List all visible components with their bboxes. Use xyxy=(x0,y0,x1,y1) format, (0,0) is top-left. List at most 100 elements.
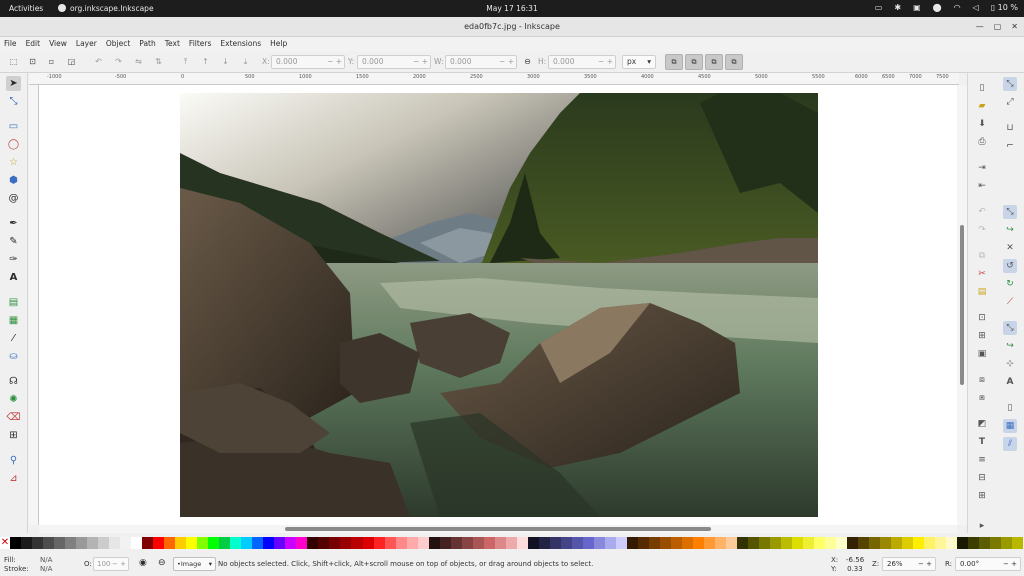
opacity-stepper-icon[interactable]: − + xyxy=(112,558,126,570)
text-tool-icon[interactable]: A xyxy=(6,270,21,285)
y-field[interactable]: 0.000 − + xyxy=(357,55,431,69)
eraser-tool-icon[interactable]: ⌫ xyxy=(6,410,21,425)
zoom-page-icon[interactable]: ▣ xyxy=(975,347,989,361)
palette-swatch[interactable] xyxy=(880,537,892,549)
palette-swatch[interactable] xyxy=(538,537,550,549)
palette-swatch[interactable] xyxy=(219,537,231,549)
zoom-field[interactable]: 26% − + xyxy=(882,557,936,571)
palette-swatch[interactable] xyxy=(362,537,374,549)
palette-swatch[interactable] xyxy=(340,537,352,549)
rotation-stepper-icon[interactable]: − + xyxy=(1003,558,1017,570)
lower-to-bottom-icon[interactable]: ⤓ xyxy=(240,56,251,67)
palette-swatch[interactable] xyxy=(472,537,484,549)
star-tool-icon[interactable]: ☆ xyxy=(6,155,21,170)
palette-swatch[interactable] xyxy=(913,537,925,549)
connector-tool-icon[interactable]: ⊞ xyxy=(6,428,21,443)
export-icon[interactable]: ⇤ xyxy=(975,179,989,193)
palette-swatch[interactable] xyxy=(252,537,264,549)
zoom-drawing-icon[interactable]: ⊞ xyxy=(975,329,989,343)
palette-swatch[interactable] xyxy=(494,537,506,549)
palette-swatch[interactable] xyxy=(285,537,297,549)
zoom-tool-icon[interactable]: ⚲ xyxy=(6,453,21,468)
selector-tool-icon[interactable]: ➤ xyxy=(6,76,21,91)
save-icon[interactable]: ⬇ xyxy=(975,117,989,131)
palette-swatch[interactable] xyxy=(109,537,121,549)
palette-swatch[interactable] xyxy=(759,537,771,549)
palette-swatch[interactable] xyxy=(803,537,815,549)
palette-swatch[interactable] xyxy=(76,537,88,549)
palette-swatch[interactable] xyxy=(417,537,429,549)
flip-horizontal-icon[interactable]: ⇋ xyxy=(133,56,144,67)
snap-bbox-icon[interactable]: ⤢ xyxy=(1003,95,1017,109)
palette-swatch[interactable] xyxy=(428,537,440,549)
palette-swatch[interactable] xyxy=(439,537,451,549)
palette-swatch[interactable] xyxy=(230,537,242,549)
snap-paths-icon[interactable]: ↪ xyxy=(1003,223,1017,237)
volume-icon[interactable]: ◁ xyxy=(973,3,979,12)
layers-icon[interactable]: ≡ xyxy=(975,453,989,467)
menu-file[interactable]: File xyxy=(4,37,17,51)
palette-swatch[interactable] xyxy=(120,537,132,549)
open-icon[interactable]: ▰ xyxy=(975,99,989,113)
palette-swatch[interactable] xyxy=(21,537,33,549)
palette-swatch[interactable] xyxy=(406,537,418,549)
snap-others-icon[interactable]: ⤡ xyxy=(1003,321,1017,335)
palette-swatch[interactable] xyxy=(274,537,286,549)
print-icon[interactable]: ⎙ xyxy=(975,135,989,149)
palette-swatch[interactable] xyxy=(296,537,308,549)
measure-tool-icon[interactable]: ⊿ xyxy=(6,471,21,486)
menu-edit[interactable]: Edit xyxy=(26,37,41,51)
palette-swatch[interactable] xyxy=(571,537,583,549)
vertical-scrollbar[interactable] xyxy=(957,85,967,525)
palette-swatch[interactable] xyxy=(1001,537,1013,549)
menu-help[interactable]: Help xyxy=(270,37,287,51)
palette-swatch[interactable] xyxy=(604,537,616,549)
raise-to-top-icon[interactable]: ⤒ xyxy=(180,56,191,67)
palette-swatch[interactable] xyxy=(924,537,936,549)
system-tray[interactable]: ▭ ✱ ▣ ⬤ ◠ ◁ ▯ 10 % xyxy=(875,3,1018,12)
scale-stroke-button[interactable]: ⧉ xyxy=(665,54,683,70)
palette-swatch[interactable] xyxy=(142,537,154,549)
menu-extensions[interactable]: Extensions xyxy=(220,37,261,51)
snap-page-border-icon[interactable]: ▯ xyxy=(1003,401,1017,415)
palette-swatch[interactable] xyxy=(935,537,947,549)
palette-swatch[interactable] xyxy=(131,537,143,549)
bluetooth-icon[interactable]: ✱ xyxy=(894,3,901,12)
minimize-icon[interactable]: — xyxy=(976,17,984,37)
palette-swatch[interactable] xyxy=(395,537,407,549)
palette-swatch[interactable] xyxy=(65,537,77,549)
river-landscape-image[interactable] xyxy=(180,93,818,517)
screen-icon[interactable]: ▣ xyxy=(913,3,921,12)
h-field[interactable]: 0.000 − + xyxy=(548,55,616,69)
palette-swatch[interactable] xyxy=(781,537,793,549)
deselect-icon[interactable]: ▫ xyxy=(46,56,57,67)
flip-vertical-icon[interactable]: ⇅ xyxy=(153,56,164,67)
move-gradients-button[interactable]: ⧉ xyxy=(705,54,723,70)
node-tool-icon[interactable]: ⤡ xyxy=(6,94,21,109)
palette-swatch[interactable] xyxy=(703,537,715,549)
menu-filters[interactable]: Filters xyxy=(189,37,211,51)
fill-stroke-icon[interactable]: ◩ xyxy=(975,417,989,431)
w-field[interactable]: 0.000 − + xyxy=(445,55,517,69)
palette-swatch[interactable] xyxy=(891,537,903,549)
lower-icon[interactable]: ↓ xyxy=(220,56,231,67)
palette-swatch[interactable] xyxy=(208,537,220,549)
palette-swatch[interactable] xyxy=(615,537,627,549)
duplicate-icon[interactable]: ⧈ xyxy=(975,373,989,387)
palette-swatch[interactable] xyxy=(648,537,660,549)
zoom-stepper-icon[interactable]: − + xyxy=(918,558,932,570)
xml-editor-icon[interactable]: ⊟ xyxy=(975,471,989,485)
snap-smooth-icon[interactable]: ↻ xyxy=(1003,277,1017,291)
select-all-layers-icon[interactable]: ⊡ xyxy=(27,56,38,67)
raise-icon[interactable]: ↑ xyxy=(200,56,211,67)
palette-swatch[interactable] xyxy=(968,537,980,549)
palette-swatch[interactable] xyxy=(869,537,881,549)
select-same-icon[interactable]: ◲ xyxy=(66,56,77,67)
snap-intersections-icon[interactable]: ✕ xyxy=(1003,241,1017,255)
palette-swatch[interactable] xyxy=(450,537,462,549)
palette-swatch[interactable] xyxy=(792,537,804,549)
new-document-icon[interactable]: ▯ xyxy=(975,81,989,95)
palette-swatch[interactable] xyxy=(505,537,517,549)
menu-layer[interactable]: Layer xyxy=(76,37,97,51)
palette-swatch[interactable] xyxy=(957,537,969,549)
